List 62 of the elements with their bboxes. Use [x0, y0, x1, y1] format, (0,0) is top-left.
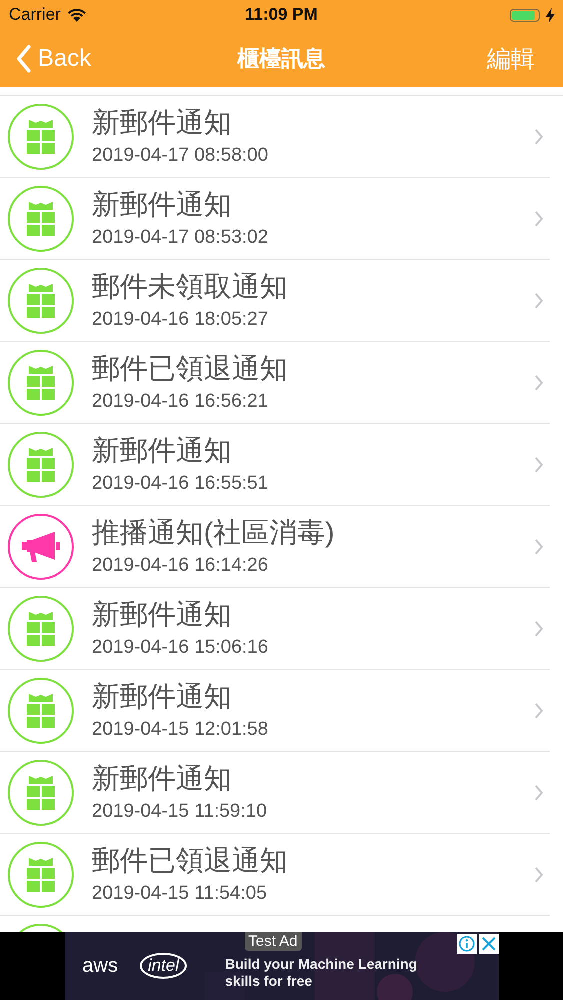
- message-row[interactable]: 新郵件通知 2019-04-17 08:53:02: [0, 178, 550, 260]
- carrier-label: Carrier: [9, 5, 61, 25]
- chevron-icon: [534, 210, 544, 228]
- gift-icon: [8, 432, 74, 498]
- message-row[interactable]: 郵件已領退通知 2019-04-15 11:54:05: [0, 834, 550, 916]
- message-time: 2019-04-16 16:14:26: [92, 554, 270, 576]
- gift-icon: [8, 186, 74, 252]
- message-title: 新郵件通知: [92, 598, 233, 630]
- message-time: 2019-04-16 18:05:27: [92, 308, 270, 330]
- message-title: 新郵件通知: [92, 680, 233, 712]
- info-icon[interactable]: [456, 934, 476, 954]
- message-row[interactable]: 郵件已領退通知 2019-04-16 16:56:21: [0, 342, 550, 424]
- battery-icon: [510, 8, 540, 22]
- message-row[interactable]: 新郵件通知 2019-04-16 16:55:51: [0, 424, 550, 506]
- message-row[interactable]: 新郵件通知 2019-04-15 12:01:58: [0, 670, 550, 752]
- ad-logo: aws: [82, 954, 118, 978]
- gift-icon: [8, 760, 74, 826]
- chevron-icon: [534, 784, 544, 802]
- ad-headline: Build your Machine Learning: [225, 956, 418, 973]
- message-title: 新郵件通知: [92, 762, 233, 794]
- gift-icon: [8, 842, 74, 908]
- gift-icon: [8, 678, 74, 744]
- message-time: 2019-04-16 15:06:16: [92, 636, 270, 658]
- message-title: 郵件未領取通知: [92, 270, 289, 302]
- gift-icon: [8, 104, 74, 170]
- wifi-icon: [66, 8, 87, 22]
- message-title: 新郵件通知: [92, 188, 233, 220]
- screen-title: 櫃檯訊息: [238, 44, 326, 72]
- message-time: 2019-04-17 08:58:00: [92, 144, 270, 166]
- message-time: 2019-04-15 11:59:10: [92, 800, 268, 822]
- chevron-icon: [534, 538, 544, 556]
- message-title: 郵件已領退通知: [92, 844, 289, 876]
- gift-icon: [8, 596, 74, 662]
- message-time: 2019-04-15 11:54:05: [92, 882, 268, 904]
- message-row[interactable]: 推播通知(社區消毒) 2019-04-16 16:14:26: [0, 506, 550, 588]
- message-row[interactable]: 新郵件通知 2019-04-17 08:58:00: [0, 96, 550, 178]
- message-title: 新郵件通知: [92, 106, 233, 138]
- chevron-icon: [534, 620, 544, 638]
- message-row[interactable]: 新郵件通知 2019-04-15 11:59:10: [0, 752, 550, 834]
- message-title: 新郵件通知: [92, 434, 233, 466]
- message-title: 推播通知(社區消毒): [92, 516, 336, 548]
- chevron-icon: [534, 866, 544, 884]
- status-time: 11:09 PM: [245, 5, 318, 25]
- message-time: 2019-04-16 16:56:21: [92, 390, 270, 412]
- ad-headline: skills for free: [225, 973, 314, 990]
- message-row[interactable]: 新郵件通知 2019-04-16 15:06:16: [0, 588, 550, 670]
- chevron-icon: [534, 292, 544, 310]
- gift-icon: [8, 350, 74, 416]
- chevron-icon: [534, 456, 544, 474]
- megaphone-icon: [8, 514, 74, 580]
- ad-logo: intel: [140, 953, 188, 979]
- message-time: 2019-04-17 08:53:02: [92, 226, 270, 248]
- message-title: 郵件已領退通知: [92, 352, 289, 384]
- chevron-icon: [534, 374, 544, 392]
- message-time: 2019-04-15 12:01:58: [92, 718, 270, 740]
- ad-label: Test Ad: [244, 932, 302, 951]
- chevron-icon: [534, 128, 544, 146]
- gift-icon: [8, 268, 74, 334]
- message-time: 2019-04-16 16:55:51: [92, 472, 270, 494]
- chevron-icon: [534, 702, 544, 720]
- close-icon[interactable]: [478, 934, 498, 954]
- message-row[interactable]: 郵件未領取通知 2019-04-16 18:05:27: [0, 260, 550, 342]
